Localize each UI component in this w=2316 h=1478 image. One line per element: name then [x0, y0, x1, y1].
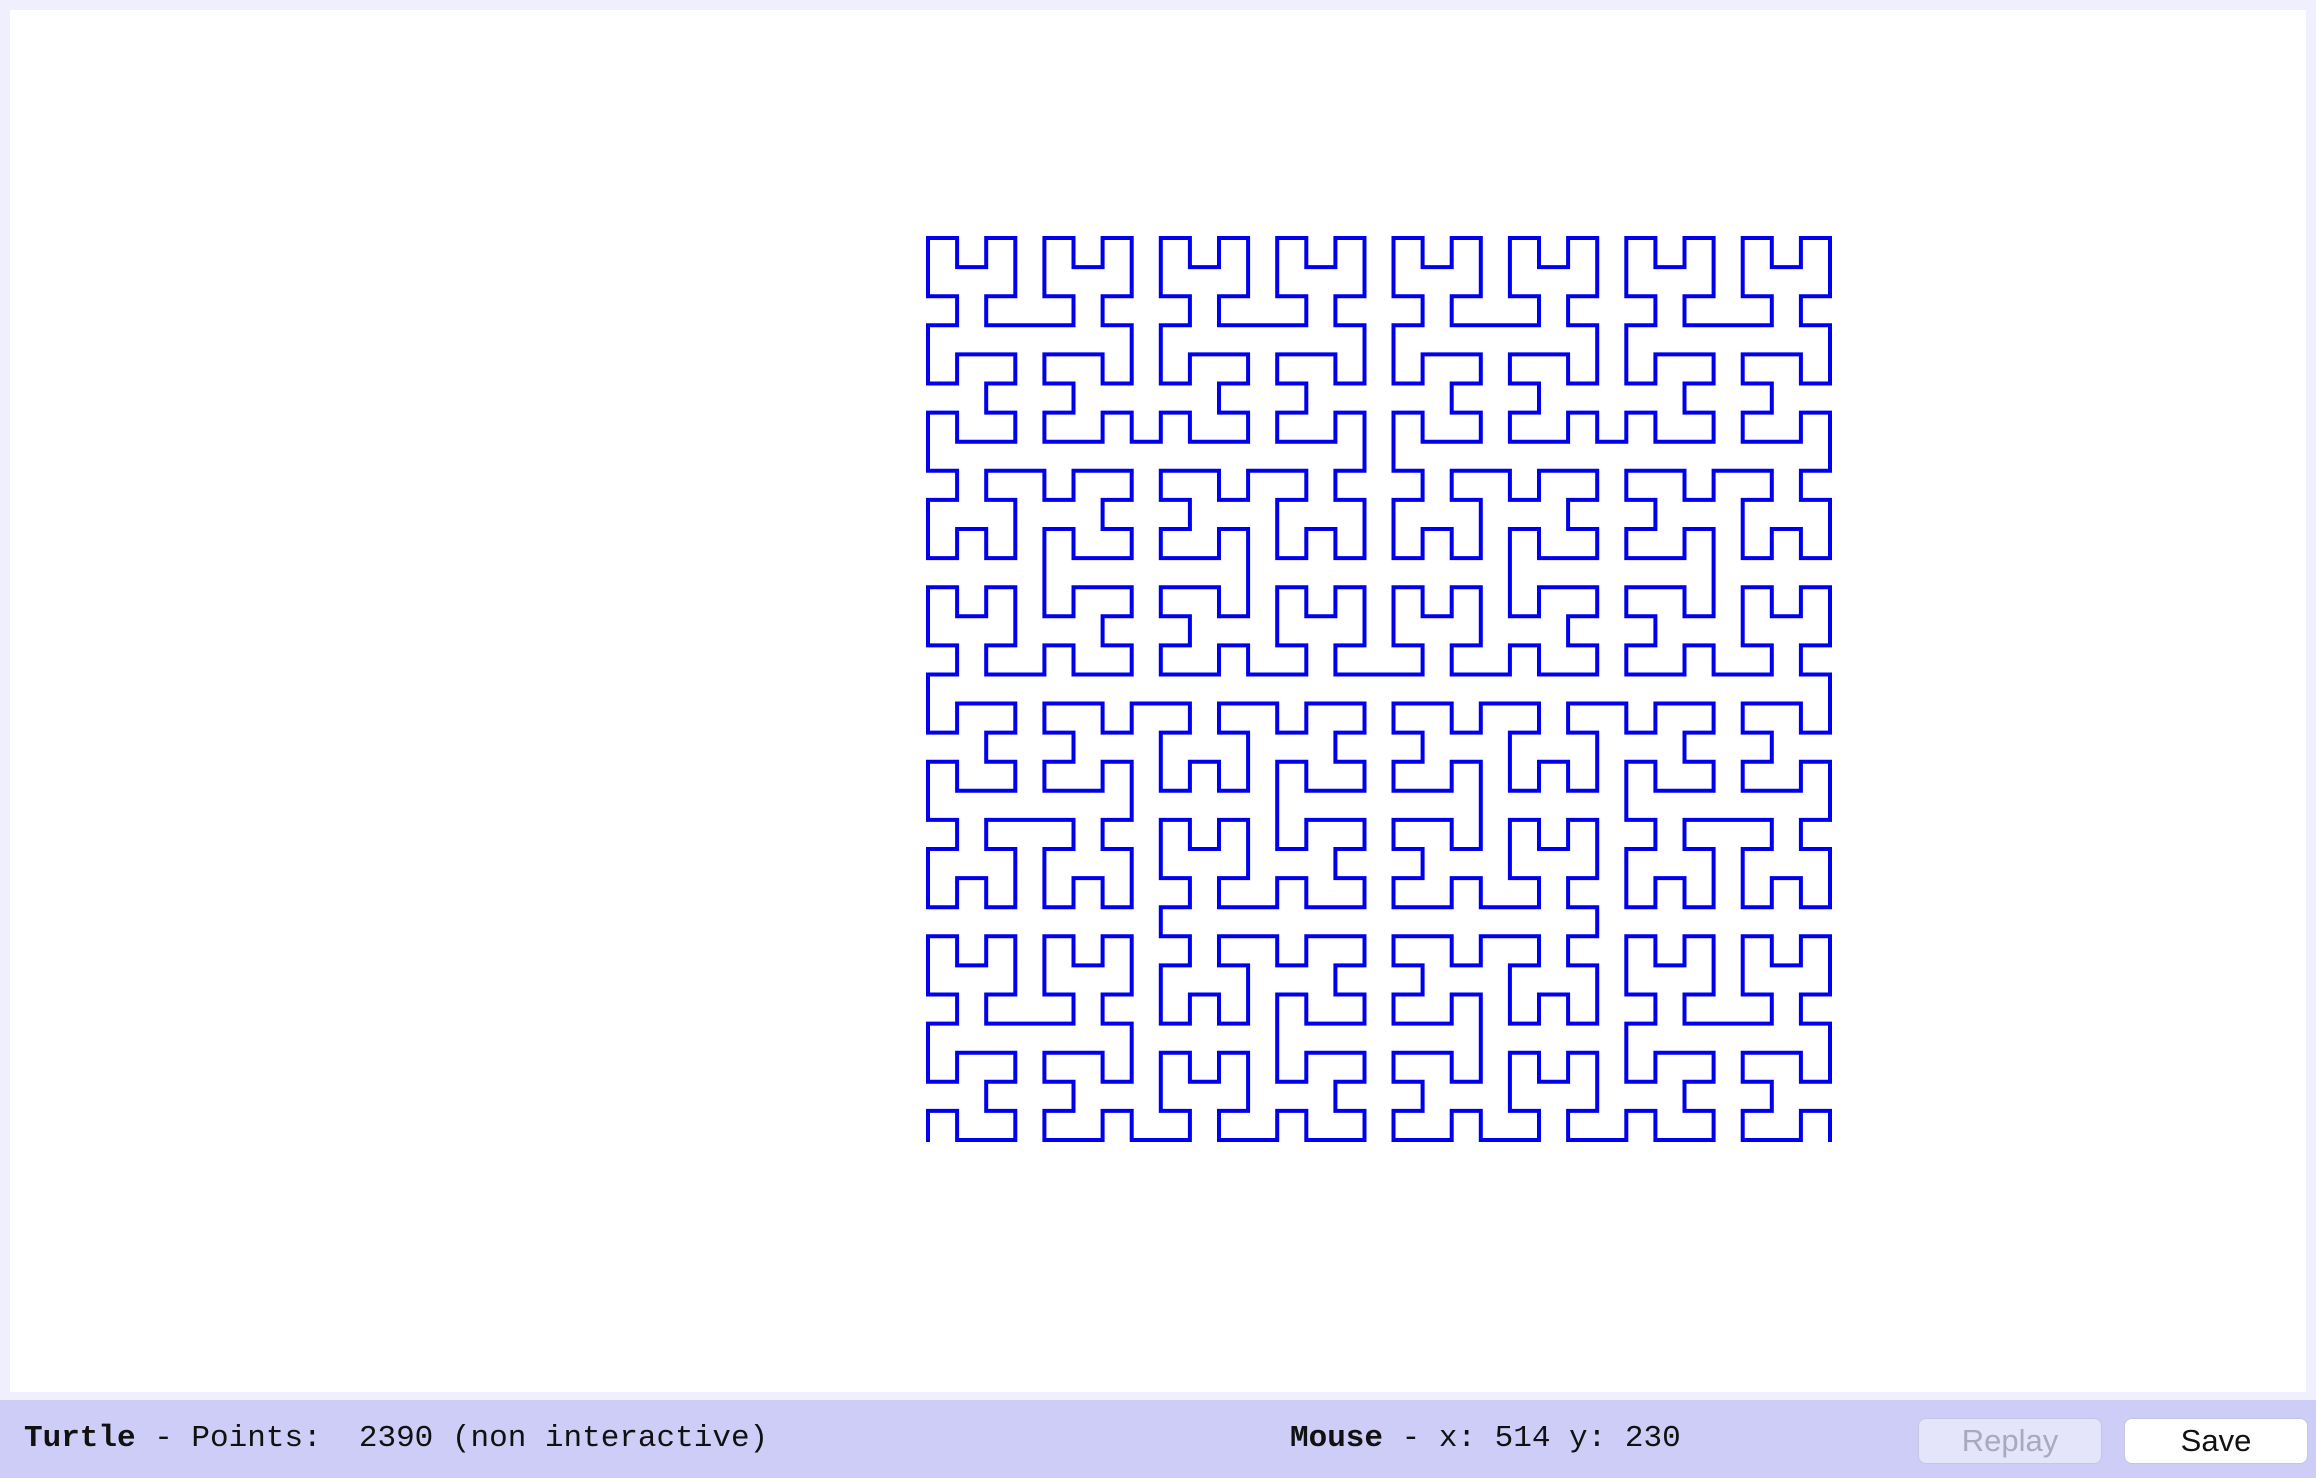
save-button[interactable]: Save [2124, 1418, 2308, 1464]
turtle-canvas[interactable] [10, 10, 2306, 1392]
points-mode: (non interactive) [433, 1421, 769, 1456]
mouse-x-value: 514 [1494, 1421, 1551, 1456]
points-value: 2390 [358, 1421, 434, 1456]
mouse-y-label: y: [1550, 1421, 1625, 1456]
mouse-status: Mouse - x: 514 y: 230 [1290, 1400, 1681, 1478]
status-bar: Turtle - Points: 2390 (non interactive) … [0, 1400, 2316, 1478]
turtle-status: Turtle - Points: 2390 (non interactive) [24, 1400, 768, 1478]
hilbert-curve-path [926, 236, 1832, 1142]
turtle-app: Turtle - Points: 2390 (non interactive) … [0, 0, 2316, 1478]
mouse-label: Mouse [1290, 1421, 1384, 1456]
replay-button[interactable]: Replay [1918, 1418, 2102, 1464]
turtle-label: Turtle [24, 1421, 136, 1456]
mouse-x-label: - x: [1383, 1421, 1495, 1456]
points-label: - Points: [135, 1421, 359, 1456]
turtle-drawing [926, 236, 1832, 1142]
mouse-y-value: 230 [1624, 1421, 1681, 1456]
